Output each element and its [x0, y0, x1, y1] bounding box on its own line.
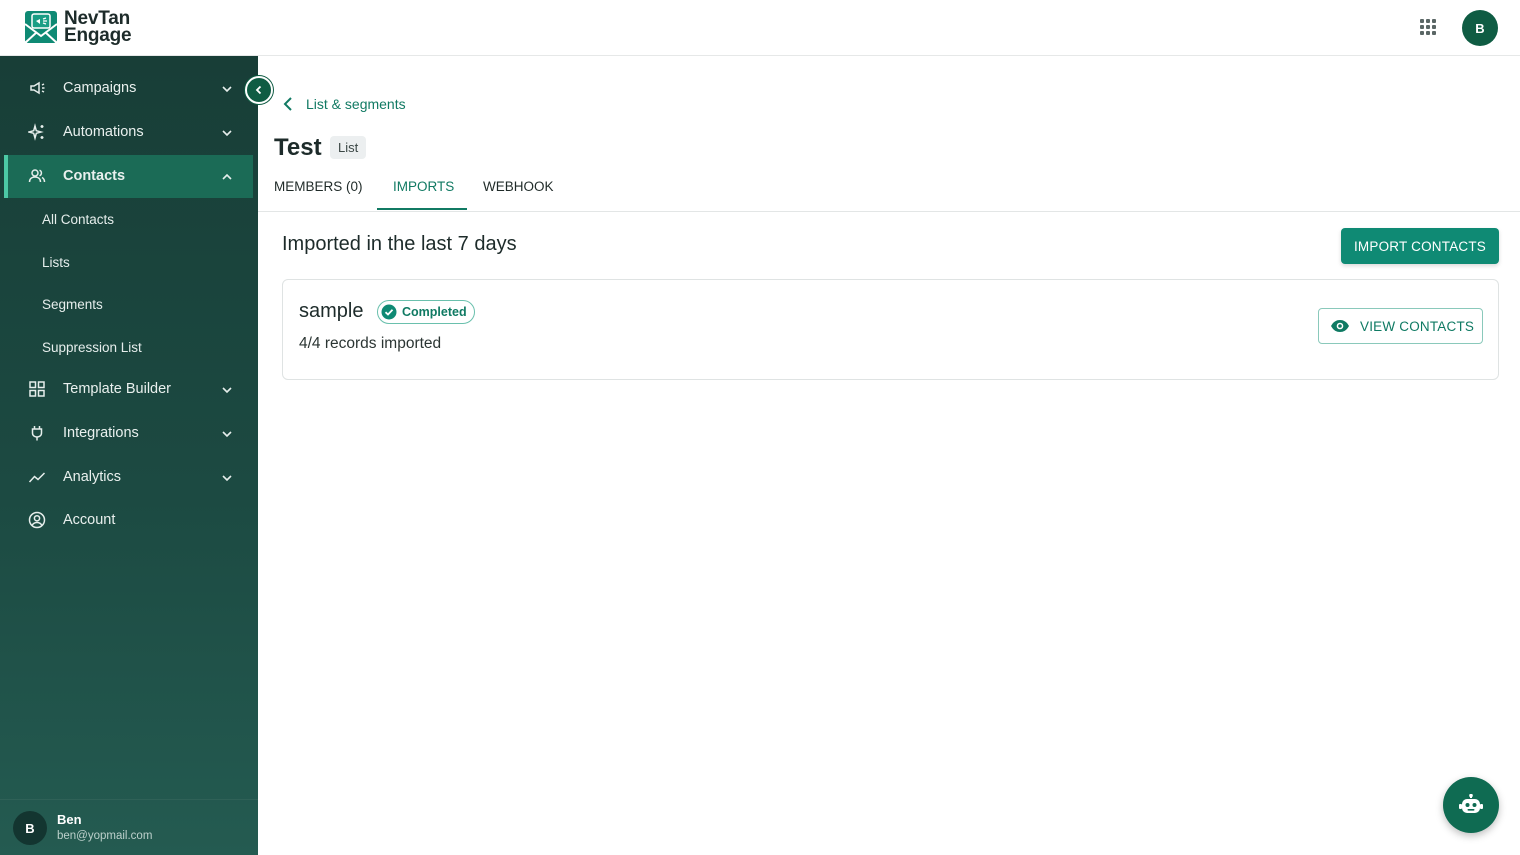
section-title: Imported in the last 7 days	[282, 233, 517, 255]
plug-icon	[31, 426, 43, 441]
sidebar-user-avatar[interactable]: B	[13, 811, 47, 845]
sidebar-item-label: Integrations	[63, 425, 139, 441]
sidebar-item-label: Automations	[63, 124, 144, 140]
chatbot-button[interactable]	[1443, 777, 1499, 833]
sparkles-icon	[28, 123, 44, 141]
sidebar-item-label: Template Builder	[63, 381, 171, 397]
tab-imports[interactable]: IMPORTS	[393, 179, 454, 194]
sidebar-item-label: Campaigns	[63, 80, 137, 96]
users-icon	[28, 169, 46, 183]
eye-icon	[1331, 320, 1349, 332]
sidebar-item-analytics[interactable]: Analytics	[4, 456, 253, 499]
status-badge: Completed	[377, 300, 475, 324]
chevron-up-icon	[222, 173, 232, 180]
sidebar-item-campaigns[interactable]: Campaigns	[4, 67, 253, 110]
sidebar-item-label: Contacts	[63, 168, 126, 184]
brand-line-2: Engage	[64, 25, 132, 46]
sidebar-item-template-builder[interactable]: Template Builder	[4, 368, 253, 411]
logo-mark-icon	[24, 11, 58, 44]
view-contacts-label: VIEW CONTACTS	[1360, 318, 1475, 334]
sidebar-item-label: Account	[63, 512, 116, 528]
page-title: Test	[274, 134, 322, 161]
import-name: sample	[299, 300, 364, 322]
sidebar-item-account[interactable]: Account	[4, 499, 253, 542]
chevron-down-icon	[222, 130, 232, 137]
sidebar-subitem-all-contacts[interactable]: All Contacts	[42, 212, 114, 227]
sidebar-item-label: Analytics	[63, 469, 122, 485]
chevron-left-icon	[283, 97, 292, 111]
sidebar-user-name: Ben	[57, 812, 82, 827]
chevron-left-icon	[255, 85, 262, 95]
sidebar-subitem-segments[interactable]: Segments	[42, 297, 103, 312]
view-contacts-button[interactable]: VIEW CONTACTS	[1318, 308, 1483, 344]
user-avatar[interactable]: B	[1462, 10, 1498, 46]
type-badge: List	[330, 136, 367, 159]
account-circle-icon	[28, 511, 46, 529]
top-header: NevTan Engage B	[0, 0, 1520, 56]
breadcrumb-link[interactable]: List & segments	[306, 96, 406, 112]
status-label: Completed	[402, 305, 467, 319]
sidebar: Campaigns Automations Contacts All Conta…	[0, 56, 258, 855]
sidebar-user-email: ben@yopmail.com	[57, 830, 153, 842]
robot-icon	[1459, 794, 1483, 813]
apps-grid-icon[interactable]	[1420, 19, 1436, 35]
chevron-down-icon	[222, 431, 232, 438]
records-imported: 4/4 records imported	[299, 335, 442, 352]
sidebar-collapse-button[interactable]	[245, 76, 273, 104]
tabs-divider	[258, 211, 1520, 212]
sidebar-item-integrations[interactable]: Integrations	[4, 412, 253, 455]
active-tab-indicator	[377, 208, 467, 210]
sidebar-divider	[0, 799, 258, 800]
sidebar-item-contacts[interactable]: Contacts	[4, 155, 253, 198]
tab-members[interactable]: MEMBERS (0)	[274, 179, 363, 194]
trend-icon	[28, 472, 46, 483]
chevron-down-icon	[222, 86, 232, 93]
megaphone-icon	[30, 81, 45, 95]
chevron-down-icon	[222, 475, 232, 482]
import-contacts-button[interactable]: IMPORT CONTACTS	[1341, 228, 1499, 264]
brand-name: NevTan Engage	[64, 9, 132, 46]
sidebar-subitem-suppression-list[interactable]: Suppression List	[42, 340, 142, 355]
sidebar-item-automations[interactable]: Automations	[4, 111, 253, 154]
tab-webhook[interactable]: WEBHOOK	[483, 179, 554, 194]
brand-logo[interactable]: NevTan Engage	[24, 9, 132, 46]
import-card: sample Completed 4/4 records imported VI…	[282, 279, 1499, 380]
chevron-down-icon	[222, 387, 232, 394]
grid-icon	[29, 381, 45, 397]
breadcrumb[interactable]: List & segments	[282, 96, 406, 112]
check-circle-icon	[381, 304, 397, 320]
sidebar-subitem-lists[interactable]: Lists	[42, 255, 70, 270]
